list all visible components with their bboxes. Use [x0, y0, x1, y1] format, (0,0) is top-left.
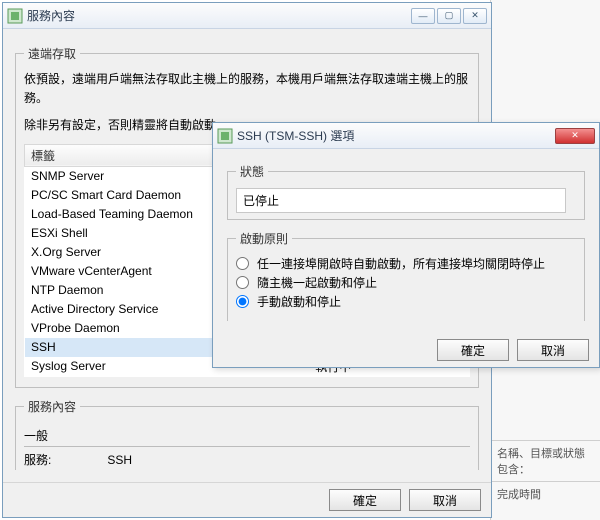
policy-opt-manual-label: 手動啟動和停止 [257, 293, 341, 310]
bg-filter-label: 名稱、目標或狀態包含： [491, 440, 600, 481]
service-detail-legend: 服務內容 [24, 398, 80, 415]
policy-radio-withhost[interactable] [236, 276, 249, 289]
remote-access-legend: 遠端存取 [24, 45, 80, 62]
policy-opt-withhost[interactable]: 隨主機一起啟動和停止 [236, 274, 576, 291]
pkg-value-1: esx-base [104, 468, 197, 470]
policy-radio-auto[interactable] [236, 257, 249, 270]
maximize-button[interactable]: ▢ [437, 8, 461, 24]
vm-icon [217, 128, 233, 144]
remote-access-desc1: 依預設，遠端用戶端無法存取此主機上的服務，本機用戶端無法存取遠端主機上的服務。 [24, 70, 470, 108]
services-titlebar[interactable]: 服務內容 — ▢ ✕ [3, 3, 491, 29]
startup-policy-legend: 啟動原則 [236, 230, 292, 247]
close-button[interactable]: ✕ [463, 8, 487, 24]
bg-finish-label: 完成時間 [491, 481, 600, 506]
ssh-options-titlebar[interactable]: SSH (TSM-SSH) 選項 ✕ [213, 123, 599, 149]
policy-opt-auto[interactable]: 任一連接埠開啟時自動啟動，所有連接埠均關閉時停止 [236, 255, 576, 272]
ssh-options-title: SSH (TSM-SSH) 選項 [237, 127, 555, 144]
status-value: 已停止 [236, 188, 566, 213]
detail-sub-heading: 一般 [24, 427, 470, 447]
ok-button[interactable]: 確定 [329, 489, 401, 511]
policy-radio-manual[interactable] [236, 295, 249, 308]
svc-label: 服務: [24, 451, 104, 468]
policy-opt-withhost-label: 隨主機一起啟動和停止 [257, 274, 377, 291]
vm-icon [7, 8, 23, 24]
policy-opt-auto-label: 任一連接埠開啟時自動啟動，所有連接埠均關閉時停止 [257, 255, 545, 272]
ssh-options-window: SSH (TSM-SSH) 選項 ✕ 狀態 已停止 啟動原則 任一連接埠開啟時自… [212, 122, 600, 368]
pkg-label: 套件資訊: [24, 468, 104, 470]
status-legend: 狀態 [236, 163, 268, 180]
startup-policy-group: 啟動原則 任一連接埠開啟時自動啟動，所有連接埠均關閉時停止 隨主機一起啟動和停止… [227, 230, 585, 321]
svc-value: SSH [107, 453, 132, 467]
policy-opt-manual[interactable]: 手動啟動和停止 [236, 293, 576, 310]
cancel-button[interactable]: 取消 [517, 339, 589, 361]
cancel-button[interactable]: 取消 [409, 489, 481, 511]
status-group: 狀態 已停止 [227, 163, 585, 220]
minimize-button[interactable]: — [411, 8, 435, 24]
close-button[interactable]: ✕ [555, 128, 595, 144]
ssh-options-footer: 確定 取消 [213, 333, 599, 367]
services-footer: 確定 取消 [3, 482, 491, 517]
services-window-title: 服務內容 [27, 7, 411, 24]
ok-button[interactable]: 確定 [437, 339, 509, 361]
service-detail-group: 服務內容 一般 服務: SSH 套件資訊: esx-base This VIB … [15, 398, 479, 470]
